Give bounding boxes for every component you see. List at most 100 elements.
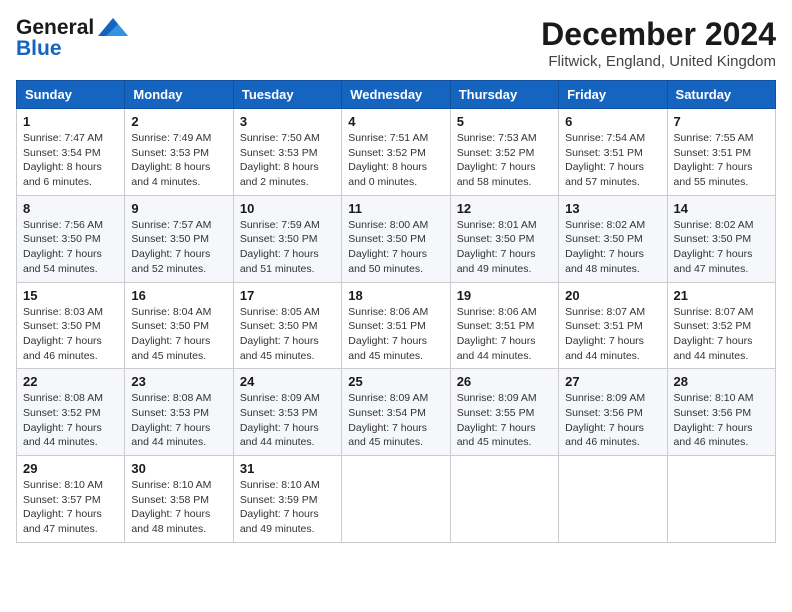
- day-number: 10: [240, 201, 335, 216]
- calendar-cell: 8 Sunrise: 7:56 AMSunset: 3:50 PMDayligh…: [17, 195, 125, 282]
- calendar-cell: 26 Sunrise: 8:09 AMSunset: 3:55 PMDaylig…: [450, 369, 558, 456]
- day-number: 27: [565, 374, 660, 389]
- day-number: 30: [131, 461, 226, 476]
- day-info: Sunrise: 8:08 AMSunset: 3:53 PMDaylight:…: [131, 391, 226, 450]
- calendar-cell: 2 Sunrise: 7:49 AMSunset: 3:53 PMDayligh…: [125, 109, 233, 196]
- day-info: Sunrise: 8:02 AMSunset: 3:50 PMDaylight:…: [674, 218, 769, 277]
- weekday-header: Tuesday: [233, 81, 341, 109]
- day-info: Sunrise: 8:07 AMSunset: 3:52 PMDaylight:…: [674, 305, 769, 364]
- weekday-header: Friday: [559, 81, 667, 109]
- day-info: Sunrise: 8:06 AMSunset: 3:51 PMDaylight:…: [348, 305, 443, 364]
- calendar-cell: 20 Sunrise: 8:07 AMSunset: 3:51 PMDaylig…: [559, 282, 667, 369]
- day-info: Sunrise: 8:04 AMSunset: 3:50 PMDaylight:…: [131, 305, 226, 364]
- day-number: 20: [565, 288, 660, 303]
- day-number: 5: [457, 114, 552, 129]
- day-number: 6: [565, 114, 660, 129]
- day-number: 17: [240, 288, 335, 303]
- day-number: 14: [674, 201, 769, 216]
- day-info: Sunrise: 7:54 AMSunset: 3:51 PMDaylight:…: [565, 131, 660, 190]
- day-number: 7: [674, 114, 769, 129]
- day-number: 31: [240, 461, 335, 476]
- calendar-week-row: 15 Sunrise: 8:03 AMSunset: 3:50 PMDaylig…: [17, 282, 776, 369]
- calendar-cell: 30 Sunrise: 8:10 AMSunset: 3:58 PMDaylig…: [125, 456, 233, 543]
- calendar-cell: 21 Sunrise: 8:07 AMSunset: 3:52 PMDaylig…: [667, 282, 775, 369]
- calendar-cell: 9 Sunrise: 7:57 AMSunset: 3:50 PMDayligh…: [125, 195, 233, 282]
- day-number: 29: [23, 461, 118, 476]
- day-info: Sunrise: 8:09 AMSunset: 3:53 PMDaylight:…: [240, 391, 335, 450]
- header: General Blue December 2024 Flitwick, Eng…: [16, 16, 776, 70]
- day-info: Sunrise: 8:08 AMSunset: 3:52 PMDaylight:…: [23, 391, 118, 450]
- calendar: SundayMondayTuesdayWednesdayThursdayFrid…: [16, 80, 776, 543]
- day-number: 4: [348, 114, 443, 129]
- calendar-cell: 10 Sunrise: 7:59 AMSunset: 3:50 PMDaylig…: [233, 195, 341, 282]
- calendar-cell: 22 Sunrise: 8:08 AMSunset: 3:52 PMDaylig…: [17, 369, 125, 456]
- calendar-cell: [559, 456, 667, 543]
- calendar-cell: 25 Sunrise: 8:09 AMSunset: 3:54 PMDaylig…: [342, 369, 450, 456]
- calendar-cell: 29 Sunrise: 8:10 AMSunset: 3:57 PMDaylig…: [17, 456, 125, 543]
- calendar-cell: [450, 456, 558, 543]
- day-info: Sunrise: 8:01 AMSunset: 3:50 PMDaylight:…: [457, 218, 552, 277]
- day-number: 8: [23, 201, 118, 216]
- day-info: Sunrise: 8:10 AMSunset: 3:58 PMDaylight:…: [131, 478, 226, 537]
- calendar-cell: 27 Sunrise: 8:09 AMSunset: 3:56 PMDaylig…: [559, 369, 667, 456]
- calendar-week-row: 8 Sunrise: 7:56 AMSunset: 3:50 PMDayligh…: [17, 195, 776, 282]
- day-info: Sunrise: 8:10 AMSunset: 3:59 PMDaylight:…: [240, 478, 335, 537]
- day-number: 2: [131, 114, 226, 129]
- calendar-cell: [342, 456, 450, 543]
- weekday-header: Monday: [125, 81, 233, 109]
- calendar-cell: 24 Sunrise: 8:09 AMSunset: 3:53 PMDaylig…: [233, 369, 341, 456]
- calendar-cell: 23 Sunrise: 8:08 AMSunset: 3:53 PMDaylig…: [125, 369, 233, 456]
- calendar-cell: 3 Sunrise: 7:50 AMSunset: 3:53 PMDayligh…: [233, 109, 341, 196]
- calendar-cell: [667, 456, 775, 543]
- day-info: Sunrise: 7:56 AMSunset: 3:50 PMDaylight:…: [23, 218, 118, 277]
- calendar-cell: 17 Sunrise: 8:05 AMSunset: 3:50 PMDaylig…: [233, 282, 341, 369]
- calendar-week-row: 22 Sunrise: 8:08 AMSunset: 3:52 PMDaylig…: [17, 369, 776, 456]
- day-info: Sunrise: 8:10 AMSunset: 3:56 PMDaylight:…: [674, 391, 769, 450]
- calendar-cell: 5 Sunrise: 7:53 AMSunset: 3:52 PMDayligh…: [450, 109, 558, 196]
- day-number: 9: [131, 201, 226, 216]
- day-info: Sunrise: 8:09 AMSunset: 3:55 PMDaylight:…: [457, 391, 552, 450]
- weekday-header: Wednesday: [342, 81, 450, 109]
- day-info: Sunrise: 7:50 AMSunset: 3:53 PMDaylight:…: [240, 131, 335, 190]
- weekday-header: Thursday: [450, 81, 558, 109]
- calendar-cell: 19 Sunrise: 8:06 AMSunset: 3:51 PMDaylig…: [450, 282, 558, 369]
- calendar-cell: 28 Sunrise: 8:10 AMSunset: 3:56 PMDaylig…: [667, 369, 775, 456]
- calendar-cell: 12 Sunrise: 8:01 AMSunset: 3:50 PMDaylig…: [450, 195, 558, 282]
- day-number: 28: [674, 374, 769, 389]
- calendar-week-row: 29 Sunrise: 8:10 AMSunset: 3:57 PMDaylig…: [17, 456, 776, 543]
- day-info: Sunrise: 8:09 AMSunset: 3:56 PMDaylight:…: [565, 391, 660, 450]
- weekday-header: Sunday: [17, 81, 125, 109]
- day-info: Sunrise: 7:59 AMSunset: 3:50 PMDaylight:…: [240, 218, 335, 277]
- day-number: 15: [23, 288, 118, 303]
- day-number: 22: [23, 374, 118, 389]
- calendar-cell: 1 Sunrise: 7:47 AMSunset: 3:54 PMDayligh…: [17, 109, 125, 196]
- day-info: Sunrise: 8:07 AMSunset: 3:51 PMDaylight:…: [565, 305, 660, 364]
- day-number: 23: [131, 374, 226, 389]
- day-info: Sunrise: 8:06 AMSunset: 3:51 PMDaylight:…: [457, 305, 552, 364]
- day-info: Sunrise: 7:55 AMSunset: 3:51 PMDaylight:…: [674, 131, 769, 190]
- day-info: Sunrise: 7:53 AMSunset: 3:52 PMDaylight:…: [457, 131, 552, 190]
- logo: General Blue: [16, 16, 128, 59]
- day-info: Sunrise: 8:10 AMSunset: 3:57 PMDaylight:…: [23, 478, 118, 537]
- day-info: Sunrise: 7:49 AMSunset: 3:53 PMDaylight:…: [131, 131, 226, 190]
- calendar-week-row: 1 Sunrise: 7:47 AMSunset: 3:54 PMDayligh…: [17, 109, 776, 196]
- day-number: 11: [348, 201, 443, 216]
- day-number: 26: [457, 374, 552, 389]
- day-number: 13: [565, 201, 660, 216]
- calendar-cell: 6 Sunrise: 7:54 AMSunset: 3:51 PMDayligh…: [559, 109, 667, 196]
- location-title: Flitwick, England, United Kingdom: [541, 53, 776, 70]
- month-title: December 2024: [541, 16, 776, 53]
- title-area: December 2024 Flitwick, England, United …: [541, 16, 776, 70]
- day-info: Sunrise: 8:03 AMSunset: 3:50 PMDaylight:…: [23, 305, 118, 364]
- day-number: 25: [348, 374, 443, 389]
- day-info: Sunrise: 8:00 AMSunset: 3:50 PMDaylight:…: [348, 218, 443, 277]
- weekday-header: Saturday: [667, 81, 775, 109]
- calendar-cell: 13 Sunrise: 8:02 AMSunset: 3:50 PMDaylig…: [559, 195, 667, 282]
- day-info: Sunrise: 7:51 AMSunset: 3:52 PMDaylight:…: [348, 131, 443, 190]
- calendar-cell: 16 Sunrise: 8:04 AMSunset: 3:50 PMDaylig…: [125, 282, 233, 369]
- day-info: Sunrise: 8:09 AMSunset: 3:54 PMDaylight:…: [348, 391, 443, 450]
- day-number: 3: [240, 114, 335, 129]
- calendar-cell: 14 Sunrise: 8:02 AMSunset: 3:50 PMDaylig…: [667, 195, 775, 282]
- day-number: 21: [674, 288, 769, 303]
- day-number: 1: [23, 114, 118, 129]
